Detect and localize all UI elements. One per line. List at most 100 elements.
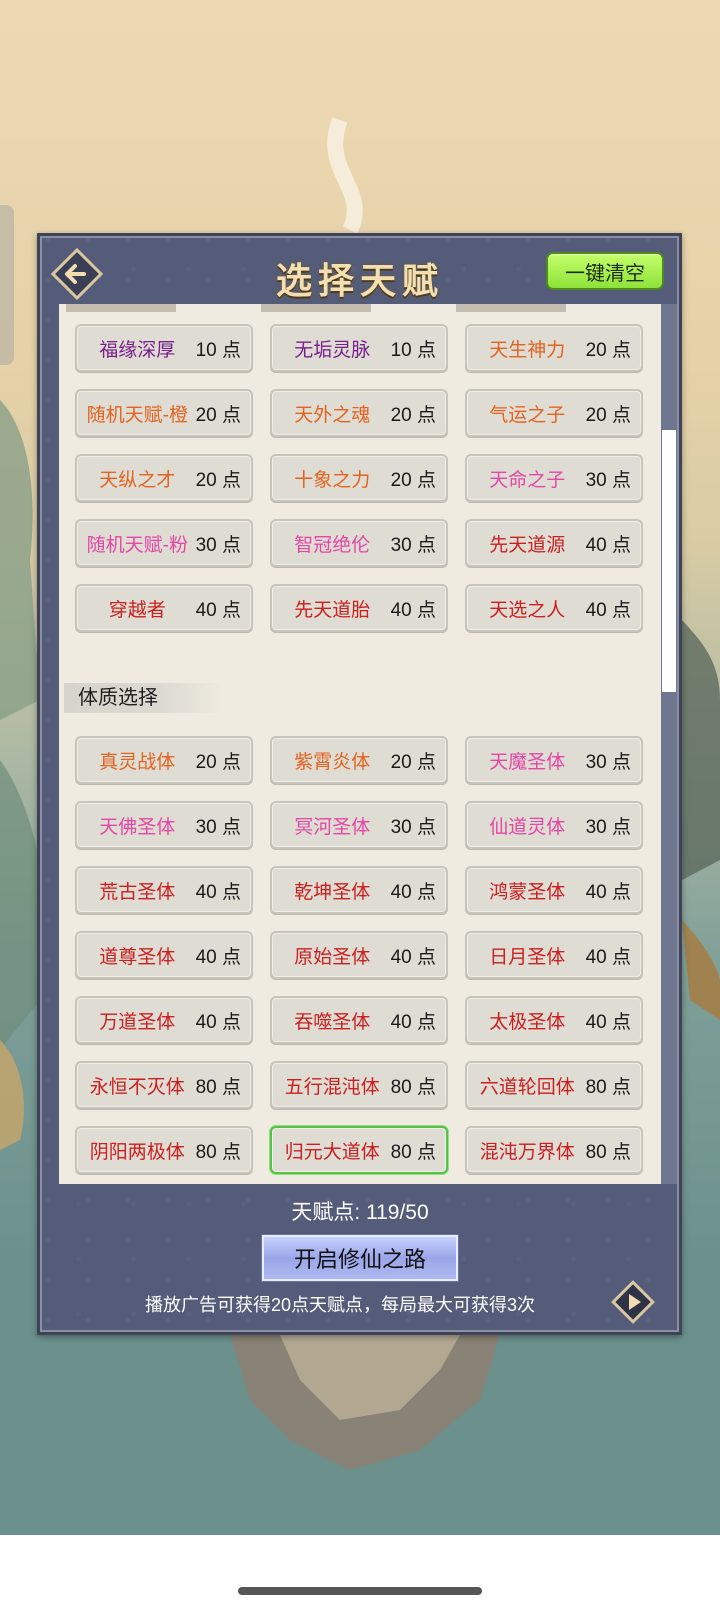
option-cost: 40 点 (390, 1011, 436, 1033)
option-cost: 10 点 (390, 339, 436, 361)
option-cost: 40 点 (390, 946, 436, 968)
option-name: 道尊圣体 (99, 946, 176, 968)
back-button[interactable] (48, 245, 106, 303)
talent-option[interactable]: 智冠绝伦 30 点 (270, 519, 448, 567)
list-top-fade (66, 304, 648, 312)
option-name: 吞噬圣体 (294, 1011, 371, 1033)
physique-option[interactable]: 混沌万界体 80 点 (465, 1126, 643, 1174)
talent-points-counter: 天赋点: 119/50 (291, 1201, 429, 1224)
option-name: 先天道胎 (294, 599, 371, 621)
physique-option[interactable]: 仙道灵体 30 点 (465, 801, 643, 849)
option-cost: 30 点 (585, 816, 631, 838)
ad-hint-text: 播放广告可获得20点天赋点，每局最大可获得3次 (144, 1295, 536, 1315)
option-name: 万道圣体 (99, 1011, 176, 1033)
option-name: 太极圣体 (489, 1011, 566, 1033)
option-name: 真灵战体 (99, 751, 176, 773)
physique-option[interactable]: 天魔圣体 30 点 (465, 736, 643, 784)
option-name: 永恒不灭体 (89, 1076, 185, 1098)
option-cost: 20 点 (585, 339, 631, 361)
physique-option[interactable]: 六道轮回体 80 点 (465, 1061, 643, 1109)
start-cultivation-button[interactable]: 开启修仙之路 (262, 1235, 458, 1281)
talent-option[interactable]: 天生神力 20 点 (465, 324, 643, 372)
physique-option[interactable]: 阴阳两极体 80 点 (75, 1126, 253, 1174)
option-name: 天纵之才 (99, 469, 176, 491)
option-cost: 40 点 (195, 599, 241, 621)
option-cost: 40 点 (390, 599, 436, 621)
side-drawer-tab[interactable] (0, 205, 14, 365)
talent-option[interactable]: 气运之子 20 点 (465, 389, 643, 437)
talent-option[interactable]: 天纵之才 20 点 (75, 454, 253, 502)
option-cost: 30 点 (195, 534, 241, 556)
option-cost: 80 点 (585, 1076, 631, 1098)
talent-option[interactable]: 随机天赋-粉 30 点 (75, 519, 253, 567)
option-name: 五行混沌体 (284, 1076, 380, 1098)
talent-option[interactable]: 穿越者 40 点 (75, 584, 253, 632)
play-triangle-icon (611, 1280, 655, 1324)
talent-option[interactable]: 随机天赋-橙 20 点 (75, 389, 253, 437)
physique-option[interactable]: 吞噬圣体 40 点 (270, 996, 448, 1044)
option-cost: 30 点 (390, 816, 436, 838)
option-name: 天命之子 (489, 469, 566, 491)
talent-grid: 福缘深厚 10 点无垢灵脉 10 点天生神力 20 点随机天赋-橙 20 点天外之魂 20… (75, 324, 643, 632)
option-name: 天选之人 (489, 599, 566, 621)
option-name: 归元大道体 (284, 1141, 380, 1163)
option-name: 福缘深厚 (99, 339, 176, 361)
physique-option[interactable]: 荒古圣体 40 点 (75, 866, 253, 914)
physique-option[interactable]: 五行混沌体 80 点 (270, 1061, 448, 1109)
option-cost: 40 点 (585, 534, 631, 556)
option-name: 原始圣体 (294, 946, 371, 968)
option-cost: 20 点 (195, 751, 241, 773)
option-name: 阴阳两极体 (89, 1141, 185, 1163)
option-name: 十象之力 (294, 469, 371, 491)
option-cost: 30 点 (390, 534, 436, 556)
option-name: 冥河圣体 (294, 816, 371, 838)
option-cost: 20 点 (195, 404, 241, 426)
physique-option[interactable]: 日月圣体 40 点 (465, 931, 643, 979)
option-cost: 20 点 (195, 469, 241, 491)
physique-option[interactable]: 太极圣体 40 点 (465, 996, 643, 1044)
option-cost: 30 点 (585, 751, 631, 773)
physique-option[interactable]: 乾坤圣体 40 点 (270, 866, 448, 914)
physique-grid: 真灵战体 20 点紫霄炎体 20 点天魔圣体 30 点天佛圣体 30 点冥河圣体 30 点… (75, 736, 643, 1174)
option-cost: 80 点 (585, 1141, 631, 1163)
physique-option[interactable]: 鸿蒙圣体 40 点 (465, 866, 643, 914)
physique-option[interactable]: 道尊圣体 40 点 (75, 931, 253, 979)
scrollbar-thumb[interactable] (662, 430, 676, 692)
talent-option[interactable]: 福缘深厚 10 点 (75, 324, 253, 372)
physique-option[interactable]: 冥河圣体 30 点 (270, 801, 448, 849)
physique-option[interactable]: 紫霄炎体 20 点 (270, 736, 448, 784)
physique-option[interactable]: 万道圣体 40 点 (75, 996, 253, 1044)
option-cost: 40 点 (585, 946, 631, 968)
talent-option[interactable]: 天选之人 40 点 (465, 584, 643, 632)
option-cost: 40 点 (585, 881, 631, 903)
physique-option[interactable]: 归元大道体 80 点 (270, 1126, 448, 1174)
option-name: 无垢灵脉 (294, 339, 371, 361)
talent-option[interactable]: 天外之魂 20 点 (270, 389, 448, 437)
talent-option[interactable]: 无垢灵脉 10 点 (270, 324, 448, 372)
talent-list[interactable]: 福缘深厚 10 点无垢灵脉 10 点天生神力 20 点随机天赋-橙 20 点天外之魂 20… (59, 304, 661, 1184)
option-name: 紫霄炎体 (294, 751, 371, 773)
option-name: 日月圣体 (489, 946, 566, 968)
watch-ad-button[interactable] (610, 1279, 656, 1325)
option-name: 穿越者 (108, 599, 166, 621)
physique-section-label: 体质选择 (64, 683, 224, 713)
talent-option[interactable]: 十象之力 20 点 (270, 454, 448, 502)
option-cost: 20 点 (390, 469, 436, 491)
option-name: 天佛圣体 (99, 816, 176, 838)
talent-option[interactable]: 先天道源 40 点 (465, 519, 643, 567)
option-cost: 80 点 (195, 1141, 241, 1163)
home-indicator[interactable] (238, 1587, 482, 1595)
option-name: 乾坤圣体 (294, 881, 371, 903)
physique-option[interactable]: 真灵战体 20 点 (75, 736, 253, 784)
physique-option[interactable]: 原始圣体 40 点 (270, 931, 448, 979)
option-name: 随机天赋-橙 (86, 404, 188, 426)
clear-all-button[interactable]: 一键清空 (546, 252, 664, 290)
talent-option[interactable]: 先天道胎 40 点 (270, 584, 448, 632)
option-cost: 40 点 (195, 1011, 241, 1033)
physique-option[interactable]: 永恒不灭体 80 点 (75, 1061, 253, 1109)
option-cost: 40 点 (195, 881, 241, 903)
physique-option[interactable]: 天佛圣体 30 点 (75, 801, 253, 849)
option-name: 天魔圣体 (489, 751, 566, 773)
option-cost: 30 点 (195, 816, 241, 838)
talent-option[interactable]: 天命之子 30 点 (465, 454, 643, 502)
